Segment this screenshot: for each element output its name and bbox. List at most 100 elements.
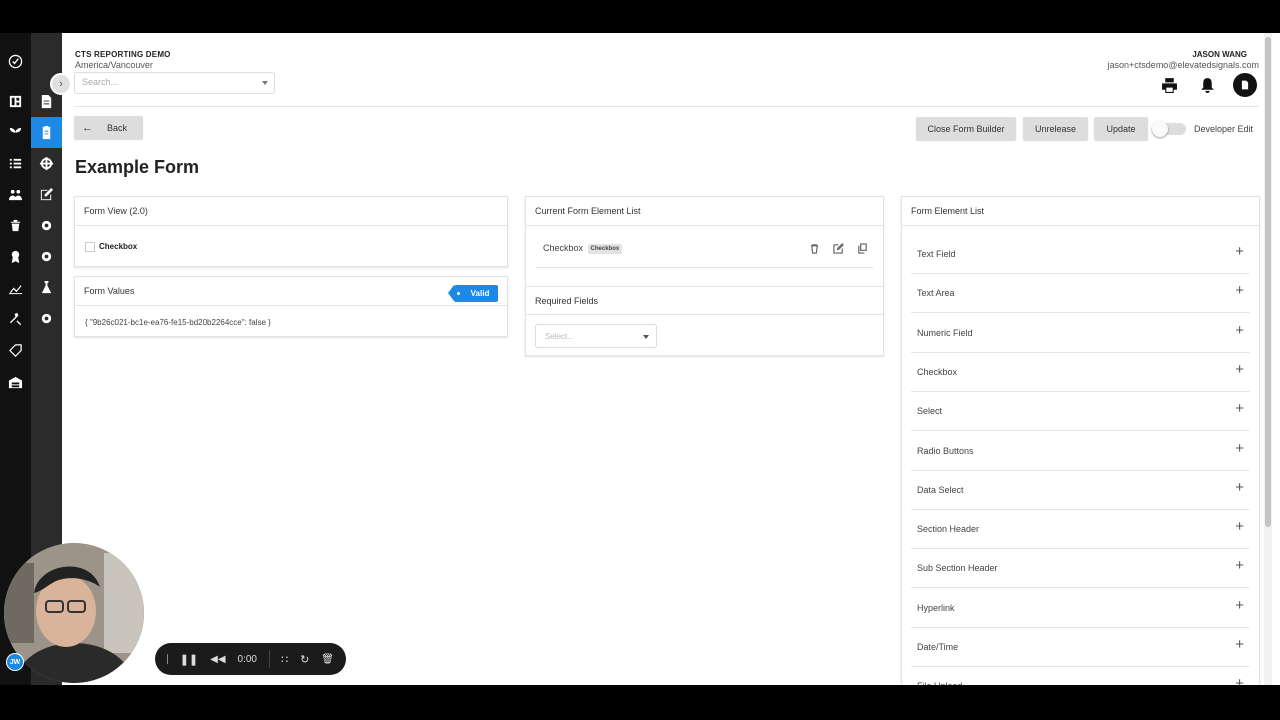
edit-icon[interactable] xyxy=(833,241,845,254)
tag-icon[interactable] xyxy=(0,335,31,366)
search-input[interactable]: Search... xyxy=(74,72,275,94)
current-element-list-title: Current Form Element List xyxy=(526,197,883,226)
award-icon[interactable] xyxy=(0,241,31,272)
status-badge: Valid xyxy=(448,285,498,302)
add-icon[interactable]: + xyxy=(1235,401,1244,416)
list-item[interactable]: Checkbox Checkbox xyxy=(536,227,874,268)
add-icon[interactable]: + xyxy=(1235,323,1244,338)
add-icon[interactable]: + xyxy=(1235,637,1244,652)
add-icon[interactable]: + xyxy=(1235,362,1244,377)
element-list-item[interactable]: Select + xyxy=(911,392,1250,432)
edit-icon[interactable] xyxy=(31,179,62,210)
org-name: CTS REPORTING DEMO xyxy=(75,50,171,59)
print-icon[interactable] xyxy=(1157,73,1181,97)
user-email: jason+ctsdemo@elevatedsignals.com xyxy=(1107,60,1259,70)
form-values-card: Form Values Valid { "9b26c021-bc1e-ea76-… xyxy=(74,276,508,337)
element-list-item-label: Text Area xyxy=(917,288,955,299)
element-list-item[interactable]: Section Header + xyxy=(911,510,1250,550)
element-list-item-label: Section Header xyxy=(917,524,980,535)
element-list-item-label: Date/Time xyxy=(917,642,959,652)
expand-sidebar-button[interactable]: › xyxy=(50,73,72,95)
copy-icon[interactable] xyxy=(857,241,869,254)
element-list-item-label: Radio Buttons xyxy=(917,445,974,456)
element-list-item[interactable]: Date/Time + xyxy=(911,628,1250,667)
scrollbar[interactable] xyxy=(1264,33,1272,685)
element-list-item-label: Sub Section Header xyxy=(917,563,998,574)
element-list-item[interactable]: Sub Section Header + xyxy=(911,549,1250,589)
gear-icon[interactable] xyxy=(31,303,62,334)
arrow-left-icon: ← xyxy=(82,121,93,134)
presenter-video xyxy=(4,543,144,683)
add-icon[interactable]: + xyxy=(1235,558,1244,573)
header-divider xyxy=(74,106,1259,107)
clipboard-icon[interactable] xyxy=(31,117,62,148)
required-fields-placeholder: Select... xyxy=(545,332,574,341)
app-logo-icon[interactable] xyxy=(0,46,31,77)
element-list-item-label: Data Select xyxy=(917,484,964,495)
update-button[interactable]: Update xyxy=(1094,117,1148,140)
rewind-icon[interactable]: ◀◀ xyxy=(210,654,225,665)
close-form-builder-button[interactable]: Close Form Builder xyxy=(916,117,1016,140)
back-button[interactable]: ← Back xyxy=(74,116,143,139)
dashboard-icon[interactable] xyxy=(0,86,31,117)
delete-icon[interactable] xyxy=(809,241,821,254)
add-icon[interactable]: + xyxy=(1235,598,1244,613)
element-list-item[interactable]: Hyperlink + xyxy=(911,589,1250,628)
app-frame: CTS REPORTING DEMO America/Vancouver Sea… xyxy=(0,33,1280,685)
tools-icon[interactable] xyxy=(0,303,31,334)
list-icon[interactable] xyxy=(0,148,31,179)
chevron-down-icon xyxy=(643,335,649,339)
developer-edit-toggle[interactable] xyxy=(1152,121,1186,137)
plant-icon[interactable] xyxy=(0,117,31,148)
trash-icon[interactable]: 🗑 xyxy=(321,654,334,665)
element-list-item[interactable]: Text Area + xyxy=(911,274,1250,314)
element-list-item[interactable]: Radio Buttons + xyxy=(911,432,1250,471)
element-list-item[interactable]: Numeric Field + xyxy=(911,314,1250,353)
current-element-list-card: Current Form Element List Checkbox Check… xyxy=(525,196,884,356)
add-icon[interactable]: + xyxy=(1235,480,1244,495)
required-fields-select[interactable]: Select... xyxy=(535,324,657,348)
crosshair-icon[interactable] xyxy=(31,148,62,179)
toggle-knob xyxy=(1152,121,1168,137)
form-view-title: Form View (2.0) xyxy=(75,197,507,226)
form-checkbox[interactable] xyxy=(85,242,95,252)
add-icon[interactable]: + xyxy=(1235,519,1244,534)
add-icon[interactable]: + xyxy=(1235,283,1244,298)
chart-icon[interactable] xyxy=(0,272,31,303)
element-list-item-label: File Upload xyxy=(917,681,963,685)
restart-icon[interactable]: ↻ xyxy=(300,653,309,666)
element-list-item-label: Text Field xyxy=(917,249,956,259)
presenter-avatar: JW xyxy=(6,653,24,671)
gear-icon[interactable] xyxy=(31,210,62,241)
add-icon[interactable]: + xyxy=(1235,676,1244,685)
gear-icon[interactable] xyxy=(31,241,62,272)
recording-controls: ❚❚ ◀◀ 0:00 ∷ ↻ 🗑 xyxy=(155,643,346,675)
element-list-item[interactable]: File Upload + xyxy=(911,667,1250,685)
trash-icon[interactable] xyxy=(0,210,31,241)
element-list-item[interactable]: Checkbox + xyxy=(911,353,1250,392)
drag-handle-icon[interactable]: ∷ xyxy=(281,653,288,666)
stop-icon[interactable] xyxy=(167,654,168,664)
webcam-overlay xyxy=(4,543,144,683)
user-avatar[interactable] xyxy=(1233,73,1257,97)
document-icon xyxy=(1241,80,1249,90)
element-list-item[interactable]: Data Select + xyxy=(911,471,1250,510)
recording-time: 0:00 xyxy=(237,653,257,665)
required-fields-title: Required Fields xyxy=(526,286,883,315)
list-item-label: Checkbox xyxy=(543,243,584,253)
flask-icon[interactable] xyxy=(31,272,62,303)
form-element-list-title: Form Element List xyxy=(902,197,1259,226)
user-name: JASON WANG xyxy=(1192,50,1247,59)
pause-icon[interactable]: ❚❚ xyxy=(180,653,198,666)
add-icon[interactable]: + xyxy=(1235,244,1244,259)
warehouse-icon[interactable] xyxy=(0,367,31,398)
element-list-item[interactable]: Text Field + xyxy=(911,235,1250,274)
users-icon[interactable] xyxy=(0,179,31,210)
unrelease-button[interactable]: Unrelease xyxy=(1023,117,1088,140)
bell-icon[interactable] xyxy=(1195,73,1219,97)
form-values-title: Form Values xyxy=(84,286,135,296)
header-actions xyxy=(1157,73,1257,97)
add-icon[interactable]: + xyxy=(1235,441,1244,456)
badge-dot-icon xyxy=(457,292,460,295)
scrollbar-thumb[interactable] xyxy=(1265,37,1271,527)
